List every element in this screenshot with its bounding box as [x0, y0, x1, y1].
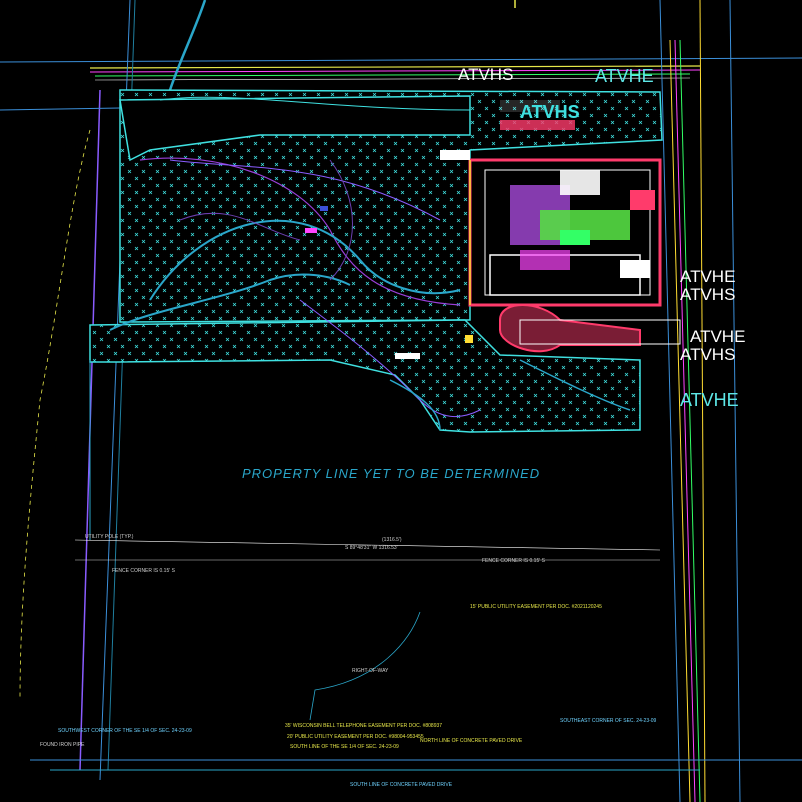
atvhs-marker-right-1: ATVHS: [680, 285, 735, 304]
south-line-note: SOUTH LINE OF THE SE 1/4 OF SEC. 24-23-0…: [290, 744, 399, 750]
atvhe-marker-right-3: ATVHE: [680, 390, 739, 410]
found-iron-pipe-note: FOUND IRON PIPE: [40, 742, 85, 748]
atvhe-marker-right-2: ATVHE: [690, 327, 745, 346]
site-plan-drawing: PROPERTY LINE YET TO BE DETERMINED ATVHS…: [0, 0, 802, 802]
equipment-yard: [440, 150, 681, 353]
hatched-area: [89, 89, 663, 433]
atvhe-marker-right-1: ATVHE: [680, 267, 735, 286]
survey-notes: 15' PUBLIC UTILITY EASEMENT PER DOC. #20…: [40, 534, 657, 788]
atvhs-marker-top: ATVHS: [458, 65, 513, 84]
survey-record-note: (1316.5'): [382, 537, 402, 543]
fence-corner-right: FENCE CORNER IS 0.15' S: [482, 558, 546, 564]
south-line-paved-note: SOUTH LINE OF CONCRETE PAVED DRIVE: [350, 782, 453, 788]
property-line-note: PROPERTY LINE YET TO BE DETERMINED: [242, 466, 540, 481]
bearing-note: S 89°48'31" W 1316.53': [345, 545, 398, 551]
southwest-corner-note: SOUTHWEST CORNER OF THE SE 1/4 OF SEC. 2…: [58, 728, 192, 734]
utility-easement-note: 20' PUBLIC UTILITY EASEMENT PER DOC. #98…: [287, 734, 424, 740]
southeast-corner-note: SOUTHEAST CORNER OF SEC. 24-23-09: [560, 718, 657, 724]
atvhs-marker-right-2: ATVHS: [680, 345, 735, 364]
right-of-way-note: RIGHT-OF-WAY: [352, 668, 389, 674]
atvhs-marker-green: ATVHS: [520, 102, 580, 122]
north-line-note: NORTH LINE OF CONCRETE PAVED DRIVE: [420, 738, 523, 744]
utility-pole-note: UTILITY POLE (TYP.): [85, 534, 134, 540]
fence-corner-left: FENCE CORNER IS 0.15' S: [112, 568, 176, 574]
easement-note-15: 15' PUBLIC UTILITY EASEMENT PER DOC. #20…: [470, 604, 602, 610]
atvhe-marker-top: ATVHE: [595, 66, 654, 86]
bell-easement-note: 35' WISCONSIN BELL TELEPHONE EASEMENT PE…: [285, 723, 442, 729]
